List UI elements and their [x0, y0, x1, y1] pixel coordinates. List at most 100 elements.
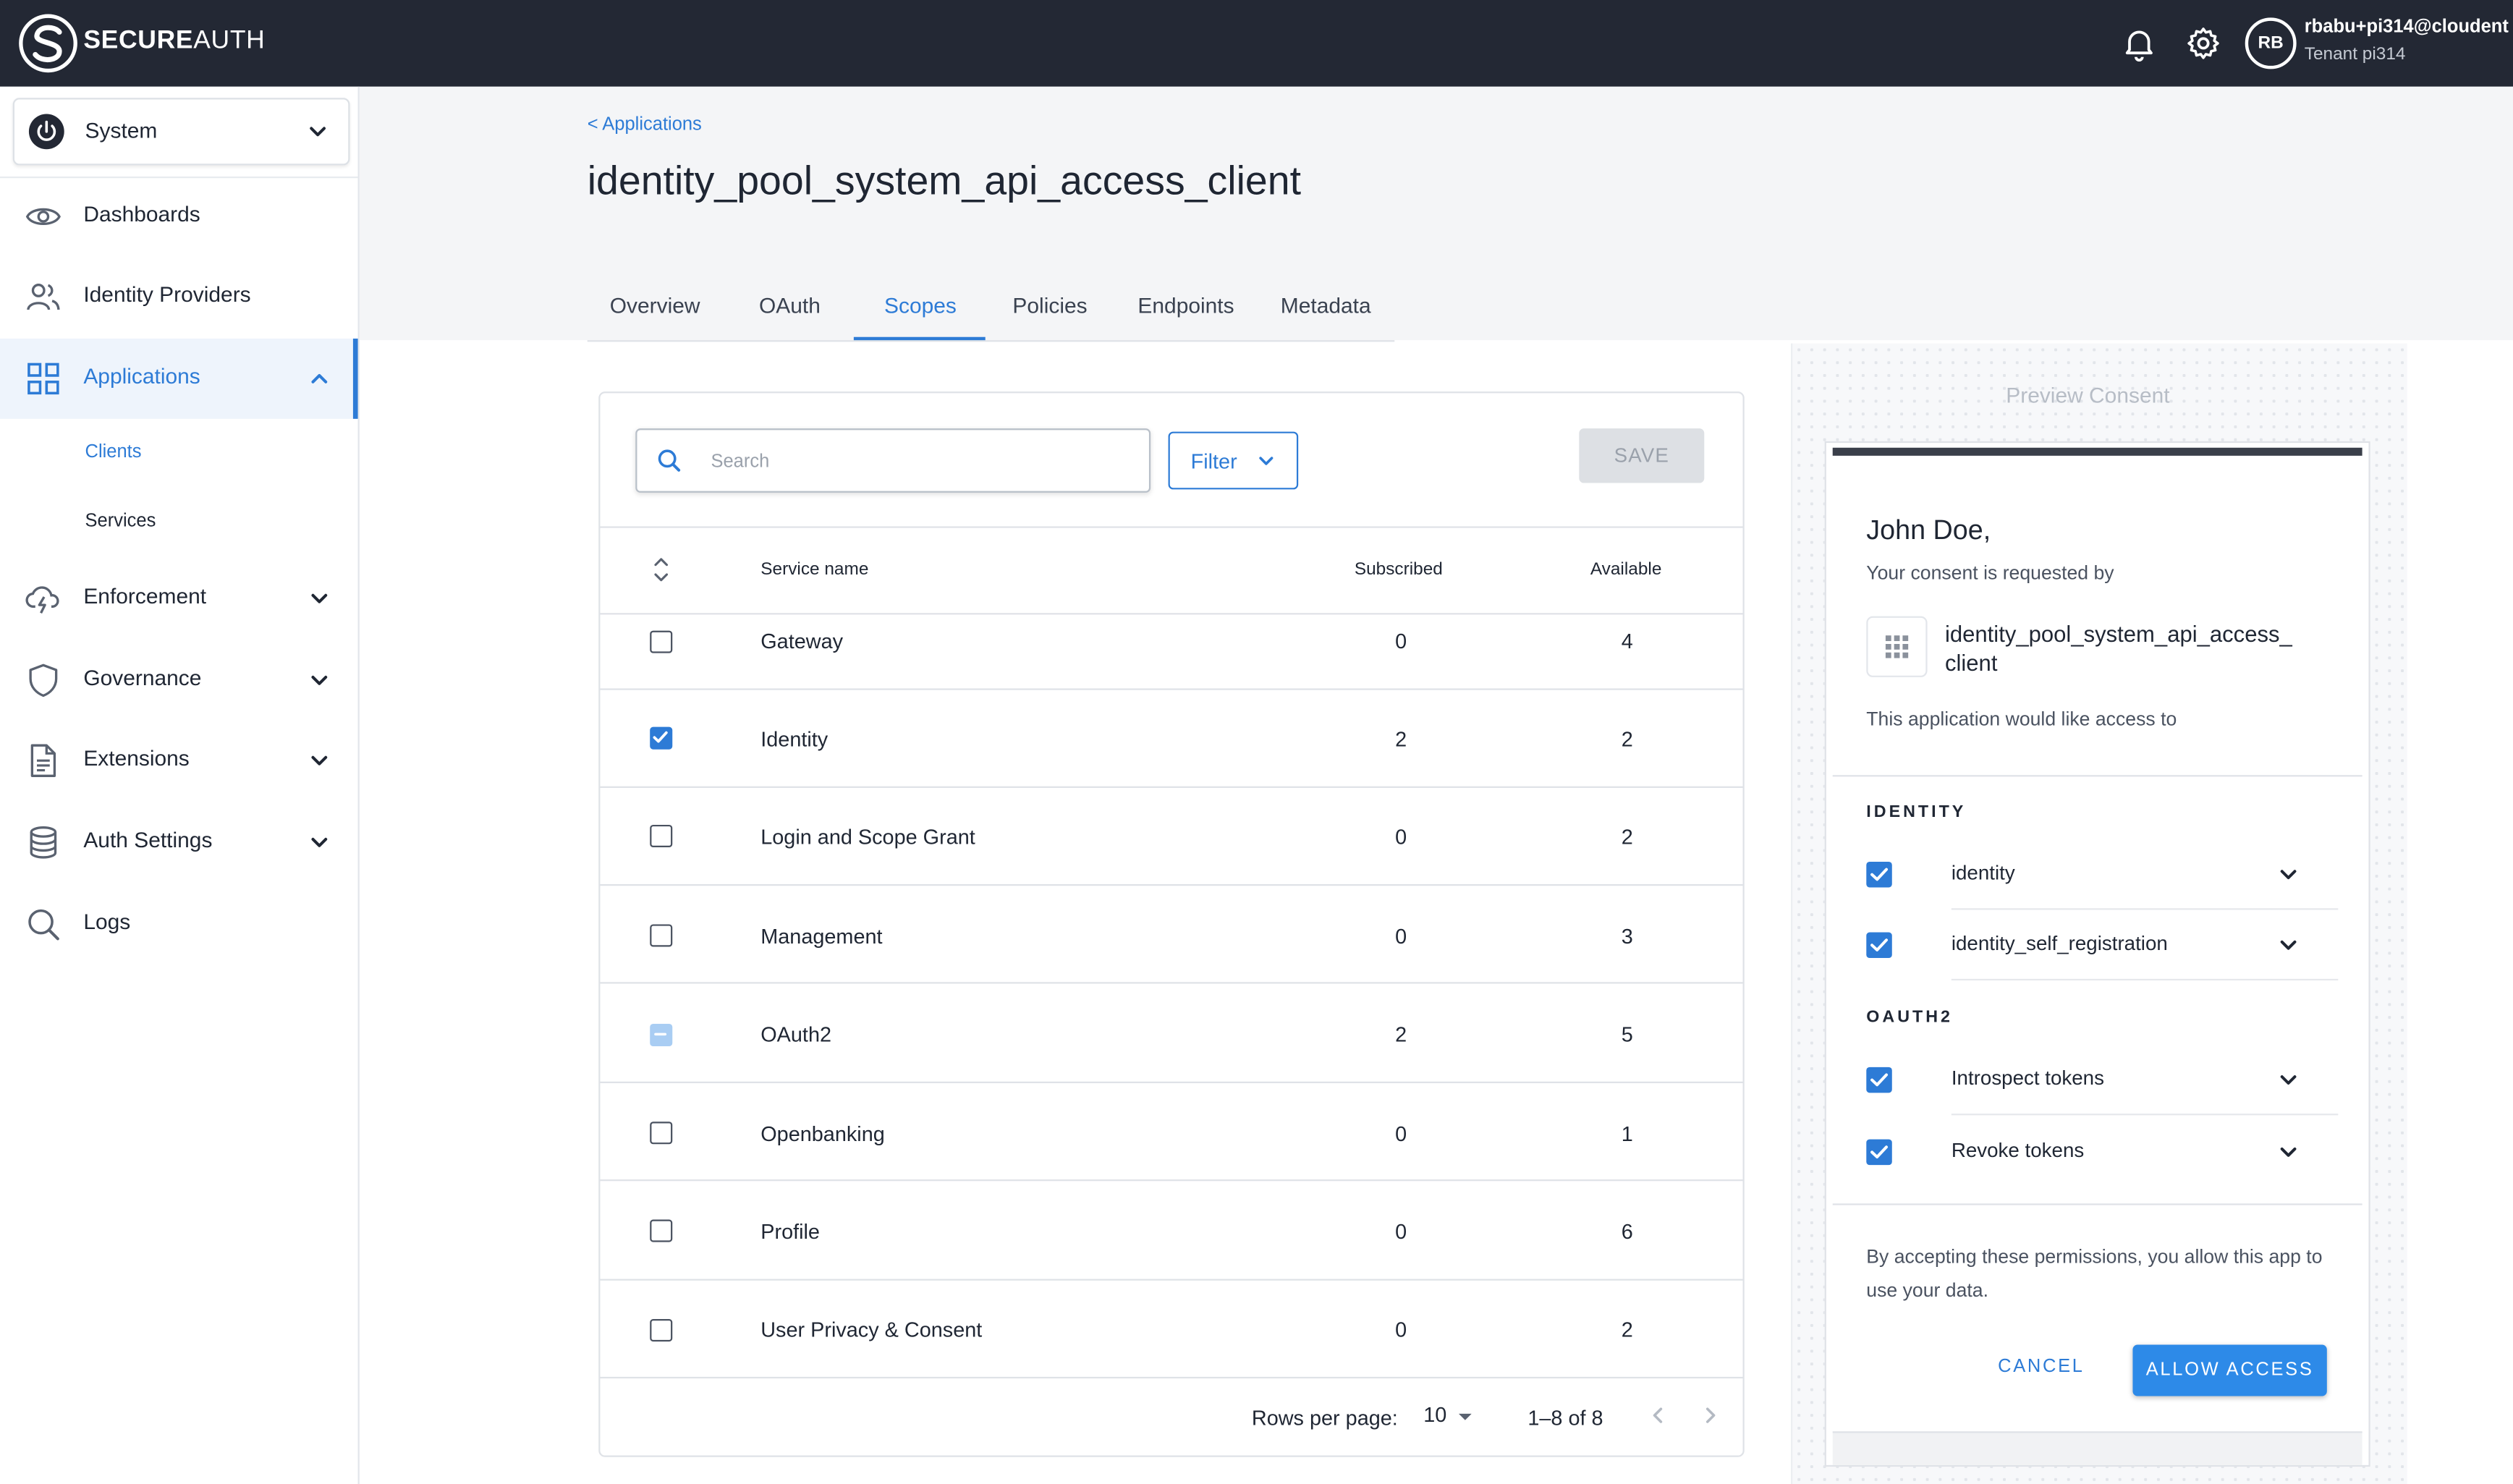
power-icon [28, 114, 64, 150]
permission-checkbox[interactable] [1866, 932, 1892, 959]
row-checkbox[interactable] [650, 726, 673, 750]
column-header-subscribed[interactable]: Subscribed [1355, 560, 1443, 580]
table-row[interactable]: User Privacy & Consent 0 2 [600, 1281, 1743, 1379]
tab-overview[interactable]: Overview [610, 294, 700, 318]
column-header-available[interactable]: Available [1590, 560, 1662, 580]
service-name: Gateway [760, 629, 844, 653]
subscribed-count: 0 [1395, 1219, 1407, 1244]
search-icon [656, 448, 682, 473]
subscribed-count: 2 [1395, 1022, 1407, 1047]
sidebar-item-logs[interactable]: Logs [0, 884, 358, 964]
search-input[interactable] [708, 444, 1116, 480]
subscribed-count: 0 [1395, 924, 1407, 949]
divider [600, 526, 1743, 528]
sidebar-item-label: Auth Settings [83, 828, 213, 852]
permission-label: Introspect tokens [1951, 1067, 2104, 1090]
divider [1951, 978, 2339, 981]
row-checkbox[interactable] [650, 924, 673, 947]
filter-label: Filter [1190, 449, 1237, 474]
sidebar-item-label: Dashboards [83, 202, 200, 226]
permission-item[interactable]: identity_self_registration [1866, 910, 2339, 981]
divider [600, 982, 1743, 984]
table-row[interactable]: Openbanking 0 1 [600, 1083, 1743, 1182]
row-checkbox[interactable] [650, 1122, 673, 1145]
secureauth-logo-icon[interactable] [17, 13, 78, 74]
system-selector[interactable]: System [12, 98, 350, 166]
gear-icon[interactable] [2184, 24, 2222, 62]
permission-item[interactable]: identity [1866, 839, 2339, 910]
table-row[interactable]: OAuth2 2 5 [600, 985, 1743, 1084]
sidebar-item-enforcement[interactable]: Enforcement [0, 559, 358, 639]
tab-metadata[interactable]: Metadata [1281, 294, 1371, 318]
sidebar-item-auth-settings[interactable]: Auth Settings [0, 802, 358, 883]
sidebar-item-label: Logs [83, 910, 131, 934]
rows-per-page-label: Rows per page: [1251, 1405, 1398, 1430]
table-row[interactable]: Login and Scope Grant 0 2 [600, 788, 1743, 886]
tab-oauth[interactable]: OAuth [759, 294, 821, 318]
cancel-button[interactable]: CANCEL [1998, 1357, 2084, 1377]
allow-access-button[interactable]: ALLOW ACCESS [2132, 1344, 2327, 1396]
avatar[interactable]: RB [2245, 17, 2297, 69]
sidebar-item-extensions[interactable]: Extensions [0, 721, 358, 801]
sidebar-item-dashboards[interactable]: Dashboards [0, 177, 358, 257]
consent-access-text: This application would like access to [1866, 708, 2177, 731]
database-icon [24, 823, 62, 862]
chevron-left-icon[interactable] [1646, 1404, 1669, 1427]
sidebar-item-identity-providers[interactable]: Identity Providers [0, 257, 358, 337]
permission-item[interactable]: Introspect tokens [1866, 1045, 2339, 1116]
user-name[interactable]: rbabu+pi314@cloudent [2305, 17, 2509, 37]
table-row[interactable]: Management 0 3 [600, 886, 1743, 984]
sidebar-item-applications[interactable]: Applications [0, 338, 358, 419]
eye-icon [24, 198, 62, 236]
page: SECUREAUTH RB rbabu+pi314@cloudent Tenan… [0, 0, 2513, 1484]
sidebar-item-label: Enforcement [83, 584, 207, 609]
available-count: 3 [1621, 924, 1633, 949]
scopes-panel: Filter SAVE Service name Subscribed Avai… [598, 391, 1745, 1457]
divider [587, 340, 1395, 342]
permission-item[interactable]: Revoke tokens [1866, 1117, 2331, 1188]
row-checkbox[interactable] [650, 1319, 673, 1342]
brand-name: SECUREAUTH [83, 27, 266, 55]
row-checkbox[interactable] [650, 1219, 673, 1242]
sidebar-item-label: Extensions [83, 746, 190, 771]
sidebar-subitem-services[interactable]: Services [85, 512, 156, 531]
row-checkbox[interactable] [650, 630, 673, 653]
consent-card: John Doe, Your consent is requested by i… [1824, 441, 2370, 1467]
cloud-lightning-icon [24, 580, 62, 618]
row-checkbox[interactable] [650, 824, 673, 847]
chevron-right-icon[interactable] [1700, 1404, 1722, 1427]
tab-endpoints[interactable]: Endpoints [1137, 294, 1234, 318]
service-name: Openbanking [760, 1122, 885, 1146]
subscribed-count: 0 [1395, 1122, 1407, 1146]
permission-checkbox[interactable] [1866, 1067, 1892, 1093]
caret-down-icon[interactable] [1457, 1410, 1473, 1423]
tab-policies[interactable]: Policies [1012, 294, 1087, 318]
table-row[interactable]: Profile 0 6 [600, 1183, 1743, 1281]
bell-icon[interactable] [2120, 24, 2158, 62]
table-row[interactable]: Identity 2 2 [600, 690, 1743, 788]
rows-per-page-select[interactable]: 10 [1423, 1402, 1446, 1426]
search-box[interactable] [635, 428, 1151, 493]
tab-scopes[interactable]: Scopes [884, 294, 957, 318]
system-label: System [85, 119, 158, 143]
search-icon [24, 905, 62, 944]
active-tab-indicator [853, 336, 986, 341]
chevron-down-icon[interactable] [2277, 1141, 2300, 1163]
chevron-down-icon[interactable] [2277, 934, 2300, 957]
permission-checkbox[interactable] [1866, 861, 1892, 888]
row-checkbox[interactable] [650, 1023, 673, 1047]
consent-note: By accepting these permissions, you allo… [1866, 1245, 2323, 1302]
table-row[interactable]: Gateway 0 4 [600, 589, 1743, 690]
chevron-down-icon [308, 669, 331, 692]
filter-button[interactable]: Filter [1168, 431, 1299, 490]
sidebar-subitem-clients[interactable]: Clients [85, 443, 142, 462]
save-button[interactable]: SAVE [1579, 428, 1705, 483]
sidebar-item-governance[interactable]: Governance [0, 640, 358, 721]
breadcrumb[interactable]: < Applications [588, 116, 702, 135]
column-header-service-name[interactable]: Service name [760, 560, 868, 580]
subscribed-count: 0 [1395, 629, 1407, 653]
permission-checkbox[interactable] [1866, 1139, 1892, 1166]
chevron-down-icon[interactable] [2277, 1069, 2300, 1091]
chevron-down-icon[interactable] [2277, 863, 2300, 886]
sort-icon[interactable] [651, 555, 671, 584]
